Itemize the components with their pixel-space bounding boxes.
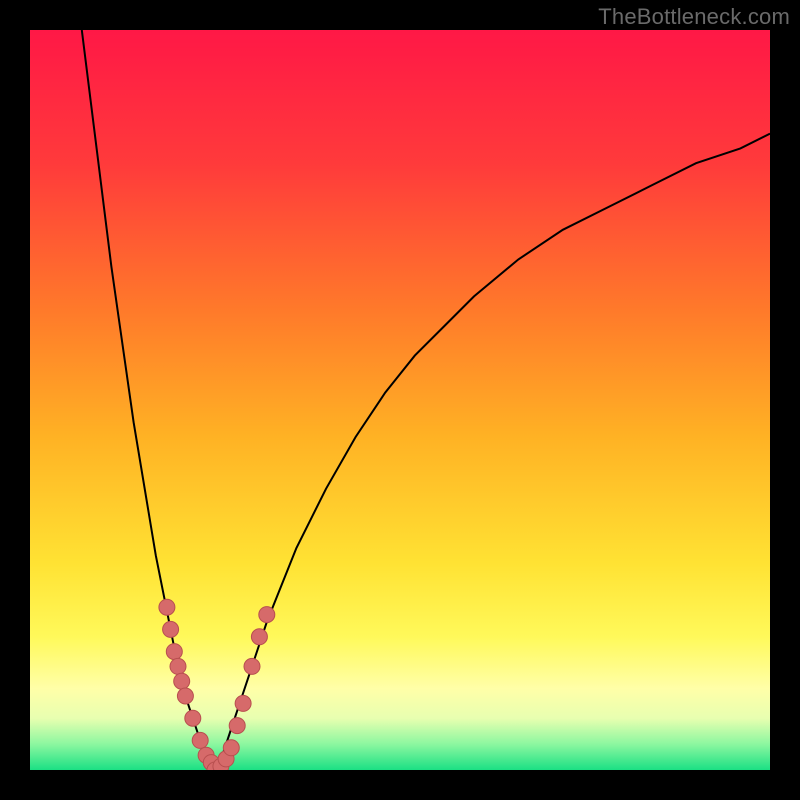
data-marker: [192, 732, 208, 748]
watermark-text: TheBottleneck.com: [598, 4, 790, 30]
data-marker: [185, 710, 201, 726]
data-marker: [159, 599, 175, 615]
data-marker: [259, 607, 275, 623]
data-marker: [229, 718, 245, 734]
data-marker: [177, 688, 193, 704]
data-marker: [174, 673, 190, 689]
data-marker: [166, 644, 182, 660]
plot-area: [30, 30, 770, 770]
chart-svg: [30, 30, 770, 770]
data-marker: [244, 658, 260, 674]
data-marker: [163, 621, 179, 637]
data-marker: [235, 695, 251, 711]
gradient-background: [30, 30, 770, 770]
data-marker: [170, 658, 186, 674]
data-marker: [223, 740, 239, 756]
outer-frame: TheBottleneck.com: [0, 0, 800, 800]
data-marker: [251, 629, 267, 645]
